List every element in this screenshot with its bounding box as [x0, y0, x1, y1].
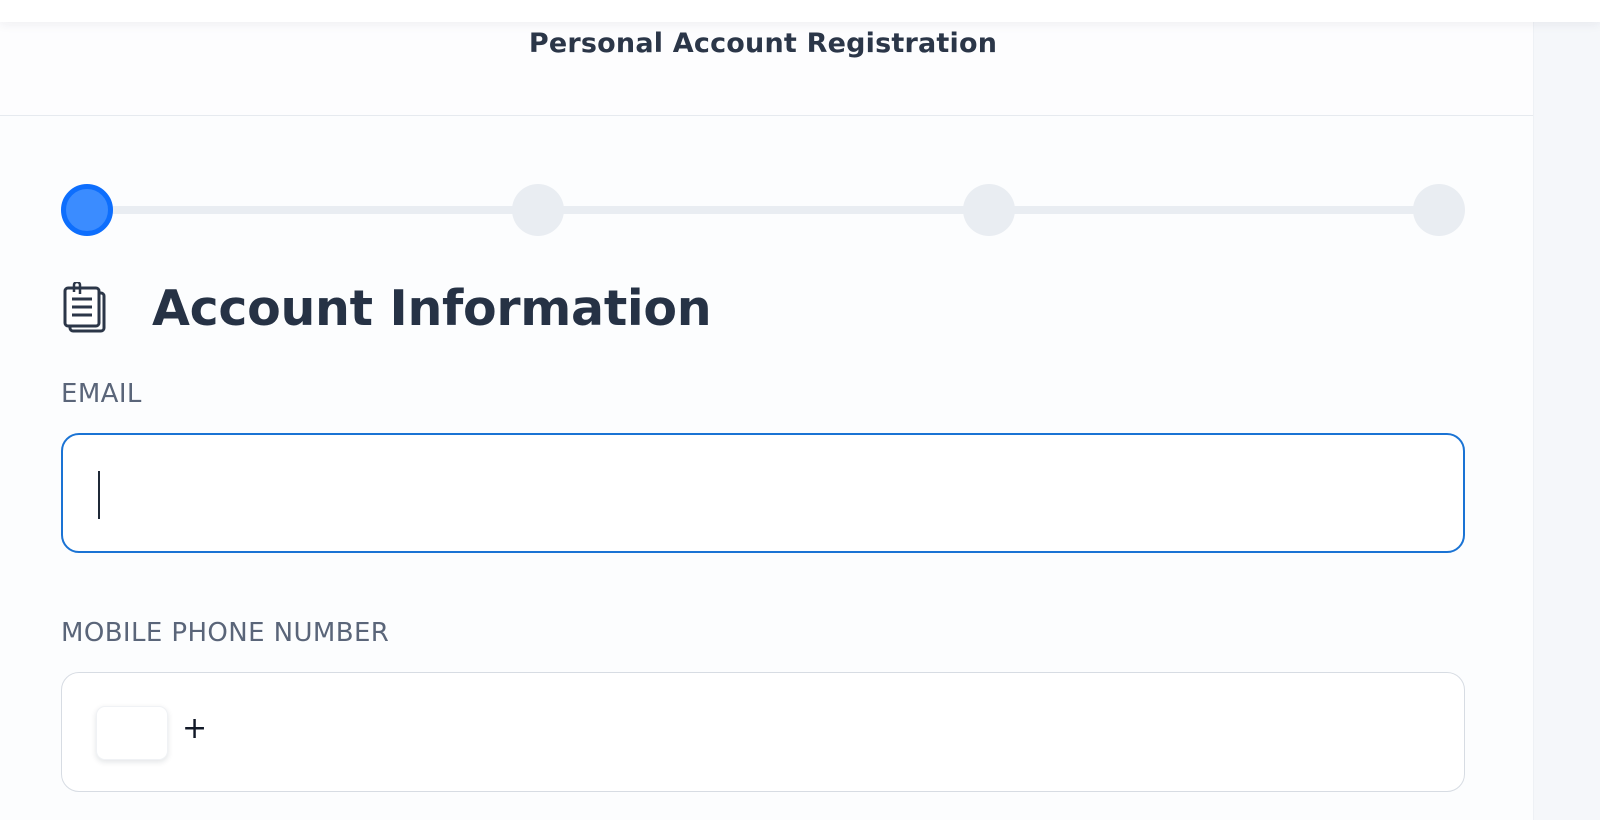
right-gutter: [1534, 0, 1600, 820]
phone-input[interactable]: [212, 701, 1416, 763]
phone-label: MOBILE PHONE NUMBER: [61, 618, 390, 648]
phone-prefix: +: [182, 711, 208, 746]
step-2-indicator[interactable]: [512, 184, 564, 236]
section-heading: Account Information: [62, 278, 712, 338]
country-flag-selector[interactable]: [96, 706, 168, 760]
email-label: EMAIL: [61, 379, 142, 409]
top-bar: [0, 0, 1600, 22]
registration-header: Personal Account Registration: [0, 22, 1533, 116]
registration-panel: Personal Account Registration Account In…: [0, 0, 1534, 820]
stepper-track: [86, 206, 1436, 214]
step-3-indicator[interactable]: [963, 184, 1015, 236]
email-field[interactable]: [61, 433, 1465, 553]
progress-stepper: [61, 184, 1465, 236]
step-1-indicator[interactable]: [61, 184, 113, 236]
text-caret: [98, 471, 100, 519]
page-title: Personal Account Registration: [528, 28, 998, 59]
step-4-indicator[interactable]: [1413, 184, 1465, 236]
email-input[interactable]: [63, 435, 1463, 551]
section-title: Account Information: [152, 279, 712, 337]
phone-field[interactable]: +: [61, 672, 1465, 792]
document-icon: [62, 280, 110, 334]
